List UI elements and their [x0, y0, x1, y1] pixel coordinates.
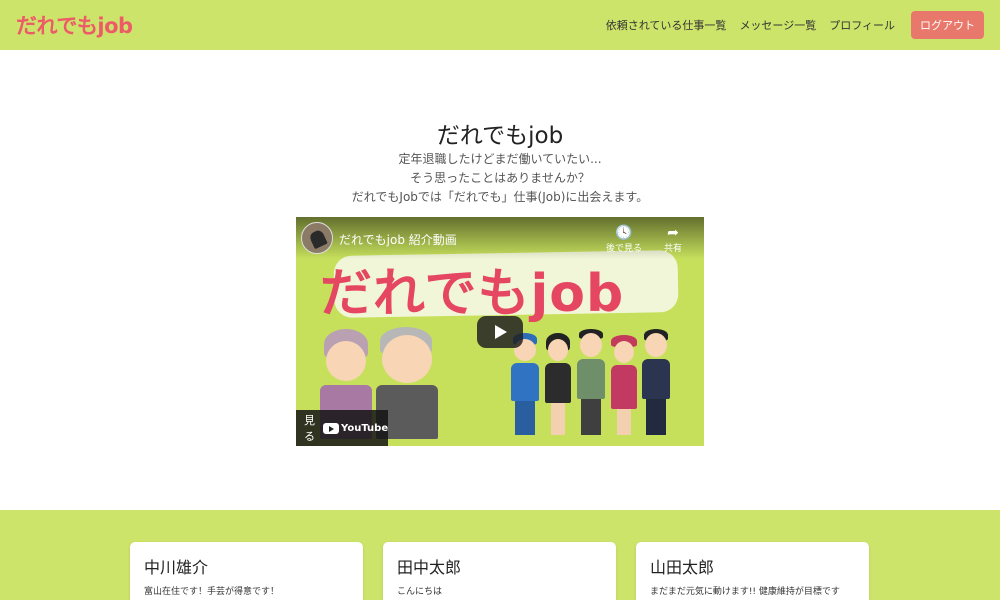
profile-name: 中川雄介	[144, 558, 209, 577]
profiles-section: 中川雄介 富山在住です！手芸が得意です！ 田中太郎 こんにちは 山田太郎 まだま…	[0, 510, 1000, 600]
video-title[interactable]: だれでもjob 紹介動画	[339, 231, 457, 248]
share-label: 共有	[663, 244, 682, 254]
youtube-icon	[323, 422, 339, 434]
share-button[interactable]: ➦ 共有	[653, 225, 693, 254]
worker-illustration	[510, 333, 540, 437]
video-player[interactable]: だれでもjob だれでもjob 紹介動画 🕓 後で見る ➦ 共有 見る YouT…	[296, 217, 704, 446]
nav-link-requested-jobs[interactable]: 依頼されている仕事一覧	[606, 17, 727, 33]
watch-later-label: 後で見る	[605, 244, 642, 254]
watch-label: 見る	[304, 414, 315, 443]
nav-link-profile[interactable]: プロフィール	[829, 17, 895, 33]
youtube-logo: YouTube	[323, 422, 389, 434]
profile-text: こんにちは	[397, 587, 443, 597]
hero-description: 定年退職したけどまだ働いていたい... そう思ったことはありませんか？ だれでも…	[0, 150, 1000, 207]
nav-menu: 依頼されている仕事一覧 メッセージ一覧 プロフィール ログアウト	[593, 11, 984, 39]
hero-title: だれでもjob	[436, 123, 564, 149]
hero-line: 定年退職したけどまだ働いていたい...	[398, 152, 602, 166]
share-icon: ➦	[667, 225, 679, 241]
brand-logo[interactable]: だれでもjob	[16, 10, 133, 40]
profile-name: 田中太郎	[397, 558, 462, 577]
office-worker-woman-illustration	[544, 333, 572, 437]
profile-name: 山田太郎	[650, 558, 715, 577]
profile-card[interactable]: 田中太郎 こんにちは	[383, 542, 616, 600]
factory-worker-illustration	[576, 329, 606, 437]
hero-line: そう思ったことはありませんか？	[410, 171, 590, 185]
watch-later-button[interactable]: 🕓 後で見る	[604, 225, 644, 254]
watch-on-youtube-button[interactable]: 見る YouTube	[296, 410, 388, 446]
hero-line: だれでもJobでは「だれでも」仕事(Job)に出会えます。	[351, 190, 649, 204]
nav-link-messages[interactable]: メッセージ一覧	[739, 17, 816, 33]
logout-button[interactable]: ログアウト	[911, 11, 984, 39]
clock-icon: 🕓	[615, 225, 633, 241]
navbar: だれでもjob 依頼されている仕事一覧 メッセージ一覧 プロフィール ログアウト	[0, 0, 1000, 50]
youtube-label: YouTube	[341, 422, 389, 434]
video-thumbnail-title: だれでもjob	[320, 264, 625, 324]
shop-clerk-illustration	[610, 335, 638, 437]
channel-avatar[interactable]	[301, 222, 333, 254]
businessman-illustration	[641, 329, 671, 437]
profile-card[interactable]: 山田太郎 まだまだ元気に動けます!! 健康維持が目標です	[636, 542, 869, 600]
profile-text: 富山在住です！手芸が得意です！	[144, 587, 280, 597]
hero-section: だれでもjob 定年退職したけどまだ働いていたい... そう思ったことはありませ…	[0, 50, 1000, 510]
profile-card[interactable]: 中川雄介 富山在住です！手芸が得意です！	[130, 542, 363, 600]
profile-text: まだまだ元気に動けます!! 健康維持が目標です	[650, 587, 840, 597]
play-icon[interactable]	[477, 316, 523, 348]
